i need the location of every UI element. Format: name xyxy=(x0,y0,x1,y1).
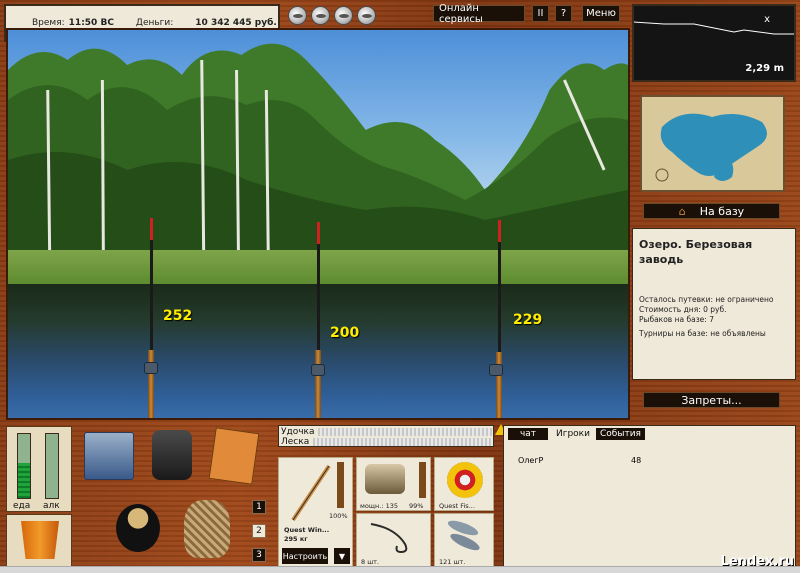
status-meters: еда алк xyxy=(6,426,72,512)
hook-count: 8 шт. xyxy=(361,558,380,566)
info-line: Турниры на базе: не объявлены xyxy=(639,329,766,338)
reel-icon xyxy=(311,364,325,376)
hook-slot[interactable]: 8 шт. xyxy=(356,513,431,567)
depth-profile-panel: x 2,29 m xyxy=(632,4,796,82)
line-name: Quest Fis... xyxy=(439,502,475,510)
tab-events[interactable]: События xyxy=(596,428,645,440)
depth-label-1: 252 xyxy=(163,308,193,324)
fish-cage-icon[interactable] xyxy=(357,6,376,25)
notebook-icon[interactable] xyxy=(208,427,260,485)
dropdown-button[interactable]: ▼ xyxy=(334,548,350,564)
scrollbar[interactable] xyxy=(0,566,800,573)
fishing-scene[interactable]: 252 200 229 xyxy=(6,28,630,420)
rod-handle-1 xyxy=(148,350,154,418)
bucket-icon xyxy=(21,521,59,559)
house-icon: ⌂ xyxy=(678,204,686,218)
tab-players[interactable]: Игроки xyxy=(552,428,594,440)
tackle-header: Удочка Леска xyxy=(278,425,494,447)
fish-net-bag-icon[interactable] xyxy=(184,500,230,558)
lake-map-image xyxy=(642,97,783,190)
inventory-page-2[interactable]: 2 xyxy=(252,524,266,538)
rod-condition-bar xyxy=(337,462,344,508)
chat-panel: чат Игроки События ОлегР 48 xyxy=(503,425,796,568)
line-spool-icon xyxy=(447,462,483,498)
line-label: Леска xyxy=(281,437,310,447)
info-line: Рыбаков на базе: 7 xyxy=(639,315,714,324)
lake-map[interactable] xyxy=(640,95,785,192)
rod-icon xyxy=(291,464,331,522)
fishing-rod-3[interactable] xyxy=(498,220,501,360)
location-title: Озеро. Березовая заводь xyxy=(639,238,753,266)
rod-handle-2 xyxy=(315,350,321,418)
tab-chat[interactable]: чат xyxy=(508,428,548,440)
line-row: Леска xyxy=(281,437,493,447)
reel-slot[interactable]: мощн.: 135 99% xyxy=(356,457,431,511)
backpack-icon[interactable] xyxy=(152,430,192,480)
alcohol-label: алк xyxy=(43,501,60,511)
to-base-button[interactable]: ⌂ На базу xyxy=(643,203,780,219)
reel-condition: 99% xyxy=(409,502,424,510)
menu-button[interactable]: Меню xyxy=(582,5,620,22)
alcohol-meter xyxy=(45,433,59,499)
rod-condition: 100% xyxy=(329,512,348,520)
time-value: 11:50 ВС xyxy=(68,18,114,28)
fish-cage-icon[interactable] xyxy=(334,6,353,25)
food-meter xyxy=(17,433,31,499)
reel-icon xyxy=(489,364,503,376)
tackle-box-icon[interactable] xyxy=(84,432,134,480)
rod-name: Quest Win... xyxy=(284,526,330,534)
food-label: еда xyxy=(13,501,31,511)
food-meter-fill xyxy=(18,462,30,498)
player-value: 48 xyxy=(631,456,642,465)
reel-condition-bar xyxy=(419,462,426,498)
fish-cage-icons xyxy=(288,6,376,25)
money-label: Деньги: xyxy=(135,18,174,28)
fish-cage-icon[interactable] xyxy=(288,6,307,25)
pot-icon[interactable] xyxy=(116,504,160,552)
rod-handle-3 xyxy=(496,352,502,418)
reel-icon xyxy=(365,464,405,494)
pause-button[interactable]: II xyxy=(532,5,549,22)
rod-row: Удочка xyxy=(281,427,493,437)
reel-power: мощн.: 135 xyxy=(360,502,398,510)
depth-label-2: 200 xyxy=(330,325,360,341)
bait-count: 121 шт. xyxy=(439,558,466,566)
fishing-rod-1[interactable] xyxy=(150,218,153,358)
inventory-page-1[interactable]: 1 xyxy=(252,500,266,514)
inventory-page-3[interactable]: 3 xyxy=(252,548,266,562)
bait-slot[interactable]: 121 шт. xyxy=(434,513,494,567)
money-value: 10 342 445 руб. xyxy=(195,18,277,28)
close-icon[interactable]: x xyxy=(764,14,770,25)
location-info-panel: Озеро. Березовая заводь Осталось путевки… xyxy=(632,228,796,380)
to-base-label: На базу xyxy=(699,204,745,218)
line-slot[interactable]: Quest Fis... xyxy=(434,457,494,511)
bans-button[interactable]: Запреты... xyxy=(643,392,780,408)
help-button[interactable]: ? xyxy=(555,5,572,22)
watermark: Lendex.ru xyxy=(720,554,794,569)
info-line: Осталось путевки: не ограничено xyxy=(639,295,774,304)
hook-icon xyxy=(370,523,408,554)
online-services-button[interactable]: Онлайн сервисы xyxy=(433,3,525,25)
bucket-slot[interactable] xyxy=(6,514,72,568)
rod-label: Удочка xyxy=(281,427,315,437)
setup-button[interactable]: Настроить xyxy=(282,548,328,564)
depth-value: 2,29 m xyxy=(745,63,784,74)
depth-label-3: 229 xyxy=(513,312,543,328)
info-line: Стоимость дня: 0 руб. xyxy=(639,305,727,314)
player-name[interactable]: ОлегР xyxy=(518,456,543,465)
fish-cage-icon[interactable] xyxy=(311,6,330,25)
rod-weight: 295 кг xyxy=(284,535,308,543)
time-label: Время: xyxy=(32,18,65,28)
fishing-rod-2[interactable] xyxy=(317,222,320,357)
bait-fish-icon xyxy=(447,520,480,551)
reel-icon xyxy=(144,362,158,374)
rod-slot[interactable]: 100% Quest Win... 295 кг Настроить ▼ xyxy=(278,457,353,567)
